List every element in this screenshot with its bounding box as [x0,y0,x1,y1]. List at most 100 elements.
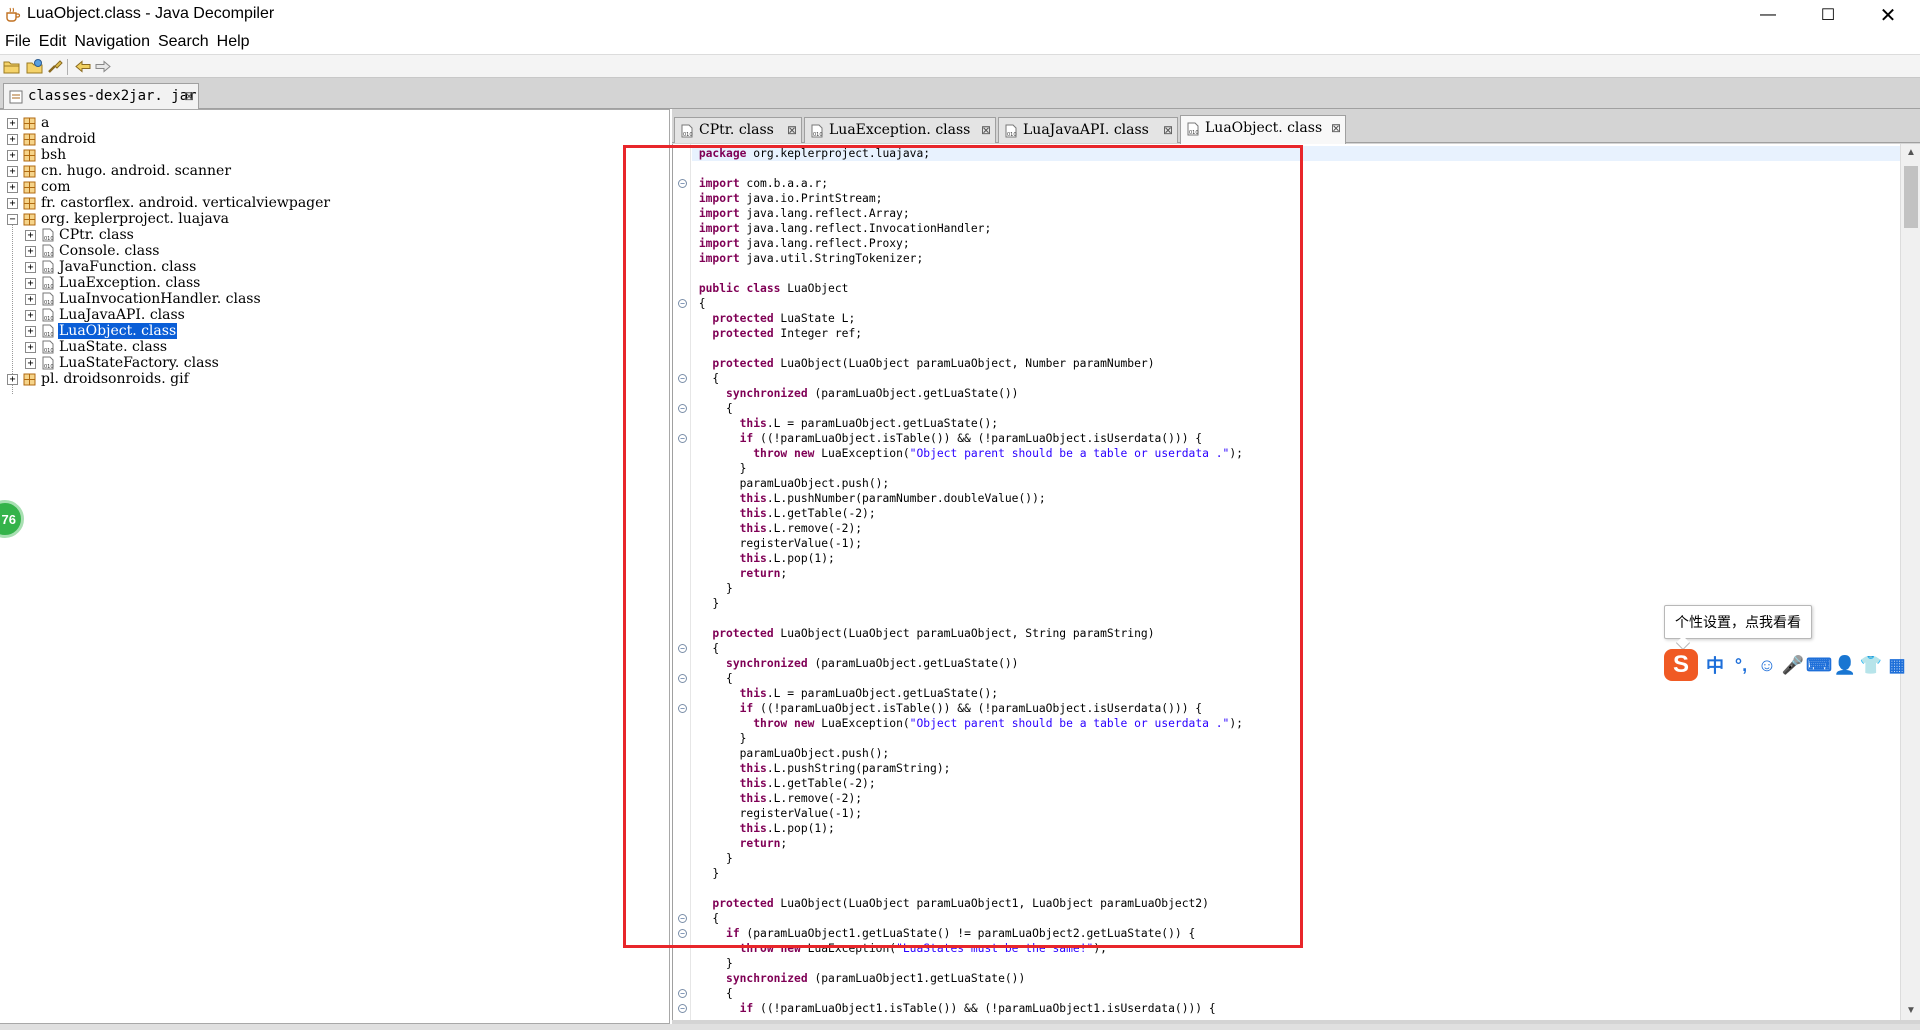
tree-package-bsh[interactable]: + bsh [7,147,67,163]
editor-tab-luaobject[interactable]: 010 LuaObject. class ⊠ [1180,115,1346,144]
maximize-button[interactable]: ☐ [1800,0,1856,30]
fold-toggle-icon[interactable]: − [678,299,687,308]
fold-toggle-icon[interactable]: − [678,704,687,713]
ime-keyboard-icon[interactable]: ⌨ [1806,652,1832,678]
fold-toggle-icon[interactable]: − [678,929,687,938]
open-file-icon[interactable] [3,58,21,75]
scroll-up-icon[interactable]: ▲ [1901,144,1920,162]
tree-package-viewpager[interactable]: + fr. castorflex. android. verticalviewp… [7,195,331,211]
close-tab-icon[interactable]: ⊠ [1163,123,1173,137]
expand-icon[interactable]: + [25,277,36,289]
tree-package-com[interactable]: + com [7,179,72,195]
code-editor[interactable]: − − − − − − − − − − − − package org.keplerproject.l… [672,144,1900,1020]
ime-logo-icon[interactable]: S [1664,649,1698,681]
tree-class-javafunction[interactable]: + 010 JavaFunction. class [25,259,197,275]
expand-icon[interactable]: + [25,357,36,369]
expand-icon[interactable]: + [7,117,18,129]
collapse-icon[interactable]: − [7,213,18,225]
expand-icon[interactable]: + [25,293,36,305]
forward-icon[interactable] [94,58,112,75]
tree-package-android[interactable]: + android [7,131,97,147]
tree-class-luaexception[interactable]: + 010 LuaException. class [25,275,201,291]
expand-icon[interactable]: + [7,181,18,193]
fold-toggle-icon[interactable]: − [678,1004,687,1013]
open-type-icon[interactable] [26,58,44,75]
tree-class-luainvocationhandler[interactable]: + 010 LuaInvocationHandler. class [25,291,262,307]
class-file-icon: 010 [1005,124,1017,138]
editor-tab-cptr[interactable]: 010 CPtr. class ⊠ [674,117,802,143]
svg-text:010: 010 [44,348,54,354]
close-tab-icon[interactable]: ⊠ [184,89,194,103]
menu-file[interactable]: File [0,33,34,51]
tree-class-cptr[interactable]: + 010 CPtr. class [25,227,135,243]
expand-icon[interactable]: + [7,133,18,145]
tree-package-luajava[interactable]: − org. keplerproject. luajava [7,211,230,227]
svg-text:010: 010 [44,252,54,258]
jar-tab[interactable]: classes-dex2jar. jar ⊠ [3,83,199,110]
editor-tab-luaexception[interactable]: 010 LuaException. class ⊠ [804,117,996,143]
svg-text:010: 010 [1189,130,1199,136]
expand-icon[interactable]: + [25,245,36,257]
editor-tab-luajavaapi[interactable]: 010 LuaJavaAPI. class ⊠ [998,117,1178,143]
minimize-button[interactable]: — [1740,0,1796,30]
expand-icon[interactable]: + [7,373,18,385]
editor-tab-label: LuaJavaAPI. class [1023,122,1149,138]
tree-class-luajavaapi[interactable]: + 010 LuaJavaAPI. class [25,307,186,323]
expand-icon[interactable]: + [25,229,36,241]
close-tab-icon[interactable]: ⊠ [1331,121,1341,135]
ime-punctuation-icon[interactable]: °, [1728,652,1754,678]
ime-language-toggle[interactable]: 中 [1702,652,1728,678]
expand-icon[interactable]: + [25,341,36,353]
tree-package-gif[interactable]: + pl. droidsonroids. gif [7,371,190,387]
fold-toggle-icon[interactable]: − [678,374,687,383]
expand-icon[interactable]: + [7,149,18,161]
floating-counter-badge[interactable]: 76 [0,500,24,538]
scrollbar-thumb[interactable] [1904,166,1918,228]
tree-label: LuaException. class [59,275,201,291]
tree-package-a[interactable]: + a [7,115,50,131]
expand-icon[interactable]: + [7,165,18,177]
tree-class-luastate[interactable]: + 010 LuaState. class [25,339,168,355]
svg-text:010: 010 [44,332,54,338]
tree-class-luaobject[interactable]: + 010 LuaObject. class [25,323,178,339]
close-tab-icon[interactable]: ⊠ [981,123,991,137]
search-icon[interactable] [46,58,64,75]
scroll-down-icon[interactable]: ▼ [1901,1002,1920,1020]
tree-class-luastatefactory[interactable]: + 010 LuaStateFactory. class [25,355,220,371]
expand-icon[interactable]: + [25,325,36,337]
ime-user-icon[interactable]: 👤 [1832,652,1858,678]
code-line: this.L = paramLuaObject.getLuaState(); [739,417,999,430]
expand-icon[interactable]: + [25,261,36,273]
tree-class-console[interactable]: + 010 Console. class [25,243,160,259]
ime-voice-icon[interactable]: 🎤 [1780,652,1806,678]
close-tab-icon[interactable]: ⊠ [787,123,797,137]
menu-navigation[interactable]: Navigation [69,33,153,51]
fold-toggle-icon[interactable]: − [678,179,687,188]
close-window-button[interactable]: ✕ [1860,0,1916,30]
menu-help[interactable]: Help [212,33,253,51]
menu-search[interactable]: Search [153,33,212,51]
tree-package-scanner[interactable]: + cn. hugo. android. scanner [7,163,232,179]
ime-tooltip[interactable]: 个性设置，点我看看 [1664,605,1812,639]
tree-label: JavaFunction. class [59,259,197,275]
code-line: } [692,732,747,745]
fold-toggle-icon[interactable]: − [678,914,687,923]
fold-toggle-icon[interactable]: − [678,989,687,998]
fold-toggle-icon[interactable]: − [678,674,687,683]
fold-toggle-icon[interactable]: − [678,404,687,413]
toolbar-separator [67,59,68,75]
fold-toggle-icon[interactable]: − [678,434,687,443]
vertical-scrollbar[interactable]: ▲ ▼ [1900,144,1920,1020]
ime-emoji-icon[interactable]: ☺ [1754,652,1780,678]
expand-icon[interactable]: + [7,197,18,209]
menu-edit[interactable]: Edit [34,33,70,51]
expand-icon[interactable]: + [25,309,36,321]
code-line: import com.b.a.a.r; [698,177,829,190]
class-file-icon: 010 [42,324,54,338]
ime-skin-icon[interactable]: 👕 [1858,652,1884,678]
code-line: { [692,372,720,385]
fold-toggle-icon[interactable]: − [678,644,687,653]
ime-toolbox-icon[interactable]: ▦ [1884,652,1910,678]
back-icon[interactable] [74,58,92,75]
package-icon [23,197,36,209]
